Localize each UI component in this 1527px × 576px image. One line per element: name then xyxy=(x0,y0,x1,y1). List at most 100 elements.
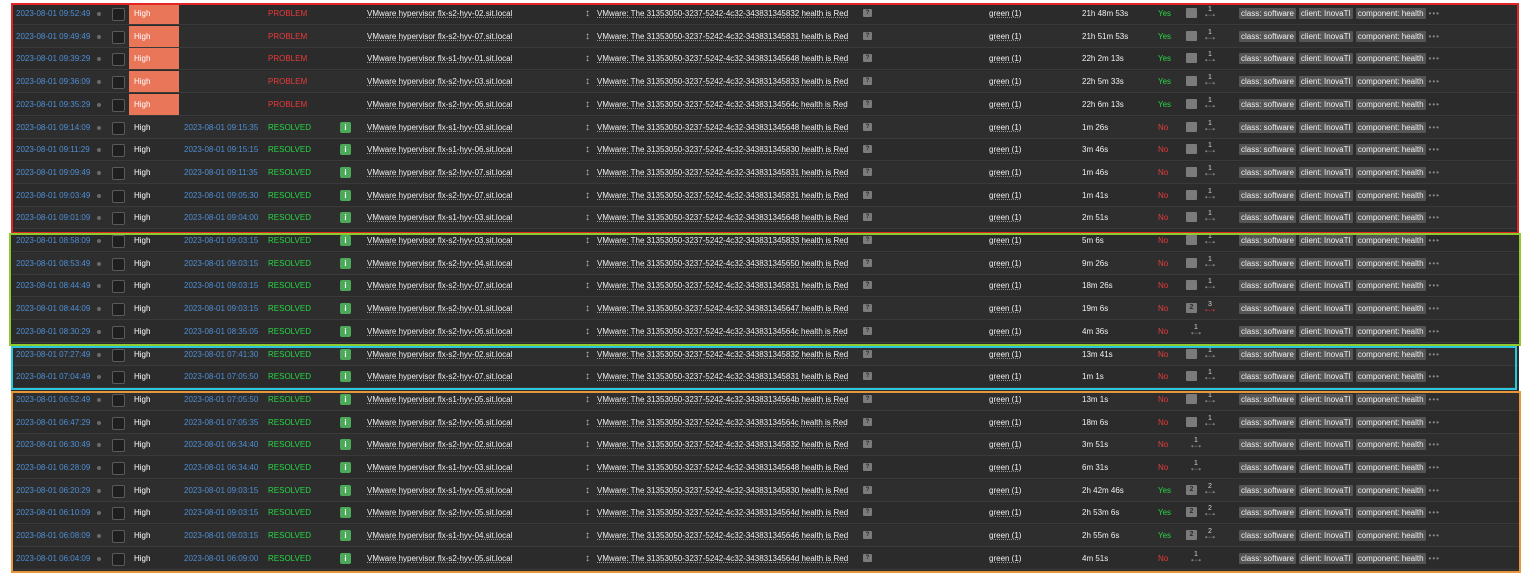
table-row[interactable]: 2023-08-01 09:35:29 High PROBLEM VMware hyp… xyxy=(11,93,1519,116)
info-icon[interactable]: i xyxy=(340,121,351,133)
row-checkbox[interactable] xyxy=(112,507,125,521)
actions-indicator[interactable]: 1 ⇠⇢ xyxy=(1189,324,1203,340)
tag-badge[interactable]: component: health xyxy=(1355,121,1426,133)
recovery-time-link[interactable]: 2023-08-01 09:03:15 xyxy=(184,275,258,296)
host-link[interactable]: VMware hypervisor flx-s2-hyv-02.sit.loca… xyxy=(367,434,512,455)
tag-badge[interactable]: class: software xyxy=(1239,439,1296,451)
operational-data-link[interactable]: green (1) xyxy=(989,162,1021,183)
expand-arrow-icon[interactable]: ↕ xyxy=(585,162,590,183)
tag-badge[interactable]: class: software xyxy=(1239,53,1296,65)
table-row[interactable]: 2023-08-01 06:20:29 High 2023-08-01 09:03:… xyxy=(11,479,1519,502)
tag-badge[interactable]: client: InovaTI xyxy=(1298,166,1353,178)
row-checkbox[interactable] xyxy=(112,212,125,226)
host-link[interactable]: VMware hypervisor flx-s2-hyv-07.sit.loca… xyxy=(367,162,512,183)
actions-indicator[interactable]: 1 ⇠⇢ xyxy=(1203,188,1217,204)
tag-badge[interactable]: class: software xyxy=(1239,462,1296,473)
problem-link[interactable]: VMware: The 31353050-3237-5242-4c32-3438… xyxy=(597,366,848,387)
tag-badge[interactable]: class: software xyxy=(1239,144,1296,156)
info-icon[interactable]: i xyxy=(340,348,351,360)
operational-data-link[interactable]: green (1) xyxy=(989,412,1021,433)
tag-badge[interactable]: component: health xyxy=(1355,552,1426,564)
tag-badge[interactable]: client: InovaTI xyxy=(1298,303,1353,315)
problem-details-icon[interactable]: ? xyxy=(863,145,872,154)
table-row[interactable]: 2023-08-01 09:39:29 High PROBLEM VMware hyp… xyxy=(11,48,1519,71)
problem-link[interactable]: VMware: The 31353050-3237-5242-4c32-3438… xyxy=(597,434,848,455)
expand-arrow-icon[interactable]: ↕ xyxy=(585,26,590,47)
more-tags-icon[interactable]: ••• xyxy=(1429,100,1440,109)
actions-indicator[interactable]: 1 ⇠⇢ xyxy=(1203,233,1217,249)
host-link[interactable]: VMware hypervisor flx-s2-hyv-02.sit.loca… xyxy=(367,344,512,365)
tag-badge[interactable]: class: software xyxy=(1239,76,1296,88)
tag-badge[interactable]: class: software xyxy=(1239,416,1296,428)
more-tags-icon[interactable]: ••• xyxy=(1429,145,1440,154)
problem-link[interactable]: VMware: The 31353050-3237-5242-4c32-3438… xyxy=(597,275,848,296)
more-tags-icon[interactable]: ••• xyxy=(1429,213,1440,222)
expand-arrow-icon[interactable]: ↕ xyxy=(585,344,590,365)
actions-indicator[interactable]: 2 ⇠⇢ xyxy=(1203,483,1217,499)
tag-badge[interactable]: class: software xyxy=(1239,348,1296,360)
tag-badge[interactable]: client: InovaTI xyxy=(1298,76,1353,88)
event-time-link[interactable]: 2023-08-01 09:35:29 xyxy=(16,94,90,115)
tag-badge[interactable]: client: InovaTI xyxy=(1298,53,1353,65)
problem-details-icon[interactable]: ? xyxy=(863,531,872,540)
ack-link[interactable]: No xyxy=(1158,548,1168,569)
ack-link[interactable]: No xyxy=(1158,185,1168,206)
recovery-time-link[interactable]: 2023-08-01 09:04:00 xyxy=(184,207,258,228)
event-time-link[interactable]: 2023-08-01 09:03:49 xyxy=(16,185,90,206)
problem-link[interactable]: VMware: The 31353050-3237-5242-4c32-3438… xyxy=(597,94,848,115)
actions-indicator[interactable]: 2 ⇠⇢ xyxy=(1203,505,1217,521)
row-checkbox[interactable] xyxy=(112,189,125,203)
problem-link[interactable]: VMware: The 31353050-3237-5242-4c32-3438… xyxy=(597,457,848,478)
ack-link[interactable]: No xyxy=(1158,230,1168,251)
expand-arrow-icon[interactable]: ↕ xyxy=(585,321,590,342)
problem-link[interactable]: VMware: The 31353050-3237-5242-4c32-3438… xyxy=(597,253,848,274)
ack-link[interactable]: No xyxy=(1158,457,1168,478)
host-link[interactable]: VMware hypervisor flx-s1-hyv-04.sit.loca… xyxy=(367,525,512,546)
recovery-time-link[interactable]: 2023-08-01 07:41:30 xyxy=(184,344,258,365)
actions-indicator[interactable]: 1 ⇠⇢ xyxy=(1189,460,1203,476)
host-link[interactable]: VMware hypervisor flx-s2-hyv-07.sit.loca… xyxy=(367,366,512,387)
tag-badge[interactable]: client: InovaTI xyxy=(1298,439,1353,451)
more-tags-icon[interactable]: ••• xyxy=(1429,395,1440,404)
host-link[interactable]: VMware hypervisor flx-s2-hyv-03.sit.loca… xyxy=(367,230,512,251)
problem-link[interactable]: VMware: The 31353050-3237-5242-4c32-3438… xyxy=(597,344,848,365)
message-icon[interactable]: 2 xyxy=(1186,507,1197,518)
operational-data-link[interactable]: green (1) xyxy=(989,207,1021,228)
problem-link[interactable]: VMware: The 31353050-3237-5242-4c32-3438… xyxy=(597,412,848,433)
message-icon[interactable] xyxy=(1186,212,1197,223)
problem-details-icon[interactable]: ? xyxy=(863,77,872,86)
message-icon[interactable]: 2 xyxy=(1186,484,1197,495)
message-icon[interactable] xyxy=(1186,166,1197,177)
message-icon[interactable] xyxy=(1186,235,1197,245)
problem-details-icon[interactable]: ? xyxy=(863,372,872,381)
table-row[interactable]: 2023-08-01 09:14:09 High 2023-08-01 09:15:… xyxy=(11,116,1519,139)
more-tags-icon[interactable]: ••• xyxy=(1429,32,1440,41)
table-row[interactable]: 2023-08-01 09:01:09 High 2023-08-01 09:04:… xyxy=(11,207,1519,230)
message-icon[interactable] xyxy=(1186,371,1197,382)
more-tags-icon[interactable]: ••• xyxy=(1429,259,1440,268)
ack-link[interactable]: No xyxy=(1158,366,1168,387)
actions-indicator[interactable]: 1 ⇠⇢ xyxy=(1203,256,1217,272)
more-tags-icon[interactable]: ••• xyxy=(1429,554,1440,563)
table-row[interactable]: 2023-08-01 08:58:09 High 2023-08-01 09:03:… xyxy=(11,230,1519,252)
tag-badge[interactable]: class: software xyxy=(1239,530,1296,542)
row-checkbox[interactable] xyxy=(112,462,125,475)
tag-badge[interactable]: component: health xyxy=(1355,325,1426,337)
tag-badge[interactable]: client: InovaTI xyxy=(1298,98,1353,110)
more-tags-icon[interactable]: ••• xyxy=(1429,327,1440,336)
host-link[interactable]: VMware hypervisor flx-s2-hyv-04.sit.loca… xyxy=(367,253,512,274)
tag-badge[interactable]: class: software xyxy=(1239,166,1296,178)
operational-data-link[interactable]: green (1) xyxy=(989,48,1021,69)
problem-link[interactable]: VMware: The 31353050-3237-5242-4c32-3438… xyxy=(597,48,848,69)
event-time-link[interactable]: 2023-08-01 06:28:09 xyxy=(16,457,90,478)
operational-data-link[interactable]: green (1) xyxy=(989,94,1021,115)
tag-badge[interactable]: class: software xyxy=(1239,8,1296,19)
event-time-link[interactable]: 2023-08-01 06:08:09 xyxy=(16,525,90,546)
info-icon[interactable]: i xyxy=(340,144,351,156)
problem-details-icon[interactable]: ? xyxy=(863,54,872,63)
problem-link[interactable]: VMware: The 31353050-3237-5242-4c32-3438… xyxy=(597,230,848,251)
problem-link[interactable]: VMware: The 31353050-3237-5242-4c32-3438… xyxy=(597,321,848,342)
ack-link[interactable]: No xyxy=(1158,139,1168,160)
tag-badge[interactable]: client: InovaTI xyxy=(1298,30,1353,42)
tag-badge[interactable]: client: InovaTI xyxy=(1298,507,1353,519)
